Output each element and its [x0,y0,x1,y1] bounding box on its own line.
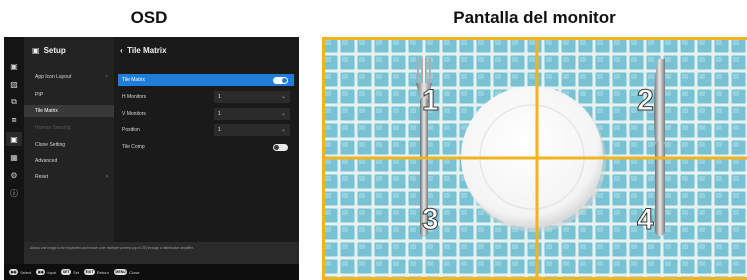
input-keys-icon: ◉◉ [36,269,46,275]
select-keys-icon: ◉◉ [9,269,19,275]
info-icon[interactable]: ⓘ [6,186,22,200]
detail-title: ‹ Tile Matrix [120,46,167,55]
osd-icon-bar: ▣ ▨ ⧉ ⧈ ▣ ▦ ⚙ ⓘ [4,37,24,280]
display-icon[interactable]: ⧈ [6,113,22,127]
v-monitors-row: V Monitors 1 ⌄ [118,108,294,120]
menu-key-icon: MENU [113,269,128,275]
hint-input: ◉◉ Input [36,269,57,275]
setup-menu: ▣ Setup App Icon Layout › PIP Tile Matrix… [24,37,114,242]
chevron-down-icon: ⌄ [280,110,286,117]
tile-comp-toggle[interactable] [273,144,288,151]
hint-return: EXIT Return [84,269,109,275]
monitor-display-heading: Pantalla del monitor [453,8,616,27]
exit-key-icon: EXIT [84,269,95,275]
set-key-icon: SET [61,269,72,275]
osd-hint-bar: ◉◉ Select ◉◉ Input SET Set EXIT Return MENU C… [4,264,299,280]
chevron-right-icon: › [105,73,108,80]
osd-heading: OSD [130,8,168,27]
setup-icon: ▣ [32,46,40,55]
hint-select: ◉◉ Select [9,269,32,275]
setup-icon[interactable]: ▣ [6,132,22,146]
hint-close: MENU Close [113,269,140,275]
picture-icon[interactable]: ▨ [6,77,22,91]
tile-matrix-row[interactable]: Tile Matrix [118,74,294,86]
grid-icon[interactable]: ▦ [6,150,22,164]
tile-comp-row: Tile Comp [118,141,294,153]
position-select[interactable]: 1 ⌄ [214,124,290,136]
h-monitors-select[interactable]: 1 ⌄ [214,91,290,103]
chevron-down-icon: ⌄ [280,126,286,133]
h-monitors-row: H Monitors 1 ⌄ [118,91,294,103]
chevron-right-icon: › [105,173,108,180]
menu-item-clone-setting[interactable]: Clone Setting [24,139,114,151]
hint-set: SET Set [61,269,80,275]
tile-matrix-toggle[interactable] [273,77,288,84]
gear-icon[interactable]: ⚙ [6,168,22,182]
menu-item-app-icon-layout[interactable]: App Icon Layout › [24,71,114,83]
chevron-down-icon: ⌄ [280,93,286,100]
tile-label-4: 4 [637,203,654,236]
tile-label-1: 1 [422,84,439,117]
tile-label-3: 3 [422,203,439,236]
menu-item-reset[interactable]: Reset › [24,171,114,183]
menu-item-advanced[interactable]: Advanced [24,155,114,167]
multi-picture-icon[interactable]: ⧉ [6,95,22,109]
setup-menu-title: ▣ Setup [32,46,66,55]
monitor-display-image: 1 2 3 4 [322,37,747,280]
input-icon[interactable]: ▣ [6,59,22,73]
osd-panel: ▣ ▨ ⧉ ⧈ ▣ ▦ ⚙ ⓘ ▣ Setup App Icon Layout ›… [4,37,299,280]
v-monitors-select[interactable]: 1 ⌄ [214,108,290,120]
menu-item-human-sensing: Human Sensing [35,125,71,131]
menu-item-tile-matrix[interactable]: Tile Matrix [24,105,114,117]
tile-matrix-panel: ‹ Tile Matrix Tile Matrix H Monitors 1 ⌄ … [114,37,299,242]
position-row: Position 1 ⌄ [118,124,294,136]
knife [654,59,665,236]
tile-label-2: 2 [637,84,654,117]
info-description: Allows one image to be expanded and show… [24,242,299,264]
menu-item-pip[interactable]: PIP [24,89,114,101]
